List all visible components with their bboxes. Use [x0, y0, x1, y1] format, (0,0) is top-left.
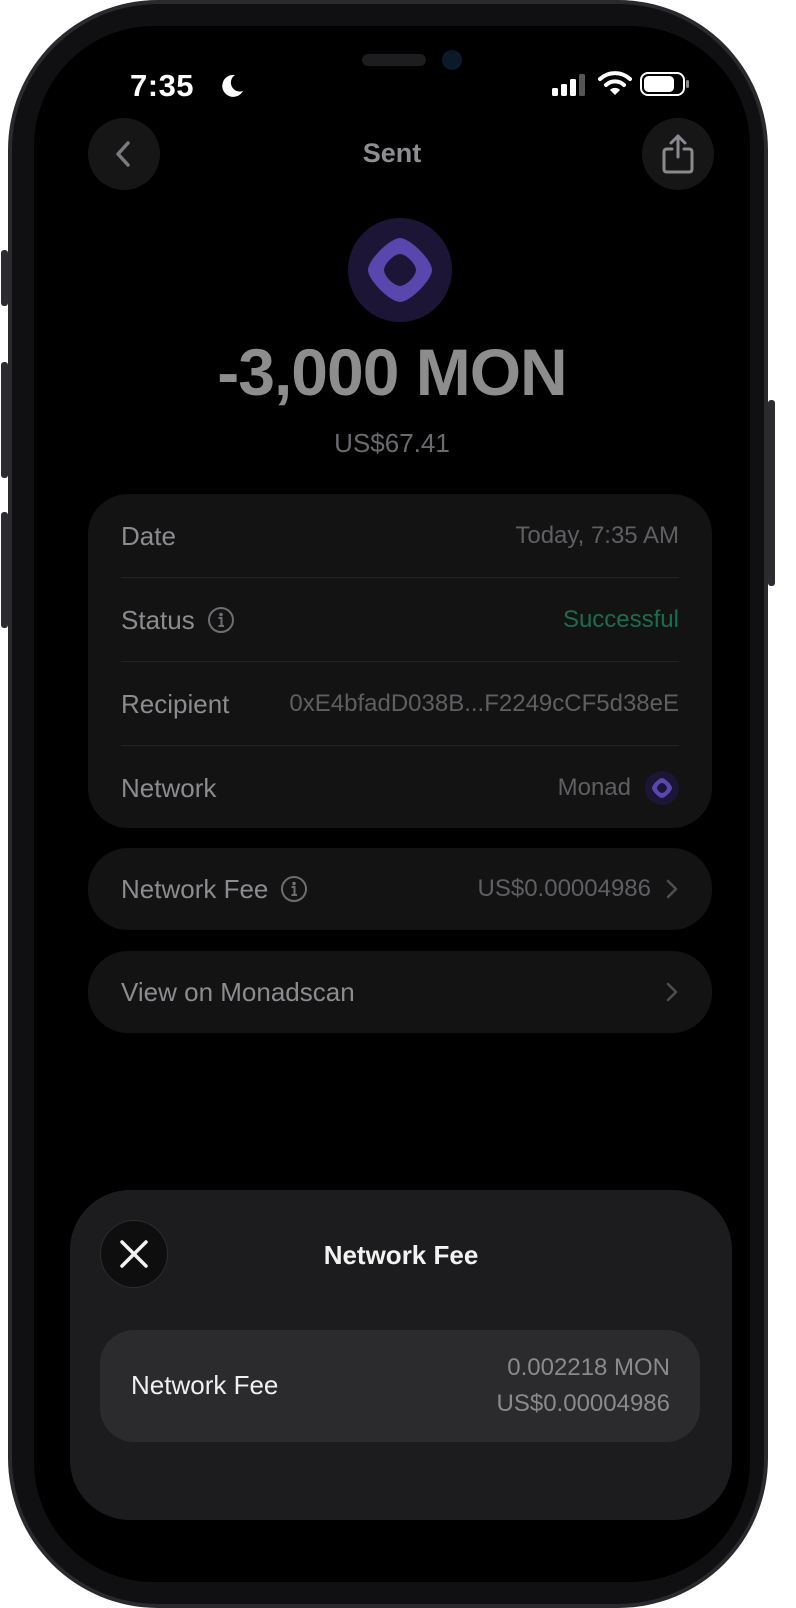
front-camera: [442, 50, 462, 70]
volume-down-button: [1, 512, 8, 628]
sheet-title: Network Fee: [323, 1240, 479, 1270]
monad-logo-icon: [348, 218, 452, 322]
fee-fiat-amount: US$0.00004986: [496, 1390, 670, 1417]
speaker-grille: [362, 54, 426, 66]
phone-frame: 7:35 Sent -3,000 MON US$67.41 Date Today…: [8, 0, 768, 1608]
network-value: Monad: [557, 774, 631, 801]
view-on-monadscan-label: View on Monadscan: [121, 976, 355, 1007]
status-value: Successful: [562, 606, 679, 633]
fee-detail-values: 0.002218 MON US$0.00004986: [497, 1350, 670, 1422]
recipient-address[interactable]: 0xE4bfadD038B...F2249cCF5d38eE: [289, 690, 679, 718]
status-time: 7:35: [130, 68, 195, 103]
network-fee-label: Network Fee: [121, 873, 269, 904]
transaction-fiat-value: US$67.41: [334, 428, 450, 458]
date-label: Date: [121, 520, 176, 551]
power-button: [768, 400, 775, 586]
network-fee-value: US$0.00004986: [477, 875, 651, 902]
share-button[interactable]: [642, 118, 714, 190]
recipient-row[interactable]: Recipient 0xE4bfadD038B...F2249cCF5d38eE: [121, 662, 679, 746]
network-fee-sheet: Network Fee Network Fee 0.002218 MON US$…: [70, 1190, 732, 1520]
date-row: Date Today, 7:35 AM: [121, 494, 679, 578]
fee-detail-card: Network Fee 0.002218 MON US$0.00004986: [100, 1330, 700, 1442]
fee-detail-label: Network Fee: [131, 1370, 279, 1400]
moon-icon: [222, 74, 243, 97]
transaction-amount: -3,000 MON: [217, 335, 567, 409]
chevron-right-icon: [666, 982, 678, 1002]
network-fee-row[interactable]: Network Fee US$0.00004986: [88, 848, 712, 930]
silent-switch: [1, 250, 8, 306]
signal-icon: [552, 74, 585, 96]
recipient-label: Recipient: [121, 688, 230, 719]
phone-bezel: 7:35 Sent -3,000 MON US$67.41 Date Today…: [12, 4, 764, 1604]
battery-icon: [640, 72, 689, 96]
volume-up-button: [1, 362, 8, 478]
transaction-details-card: Date Today, 7:35 AM Status Successful Re…: [88, 494, 712, 828]
network-label: Network: [121, 772, 217, 803]
share-icon: [662, 134, 694, 174]
info-icon[interactable]: [207, 606, 235, 634]
network-row: Network Monad: [121, 746, 679, 830]
view-on-monadscan-row[interactable]: View on Monadscan: [88, 951, 712, 1033]
monad-network-icon: [645, 771, 679, 805]
screen: 7:35 Sent -3,000 MON US$67.41 Date Today…: [34, 26, 750, 1582]
status-label: Status: [121, 604, 195, 635]
status-row: Status Successful: [121, 578, 679, 662]
date-value: Today, 7:35 AM: [515, 522, 679, 549]
wifi-icon: [598, 71, 632, 95]
chevron-right-icon: [666, 879, 678, 899]
fee-crypto-amount: 0.002218 MON: [507, 1354, 670, 1381]
info-icon[interactable]: [280, 875, 308, 903]
